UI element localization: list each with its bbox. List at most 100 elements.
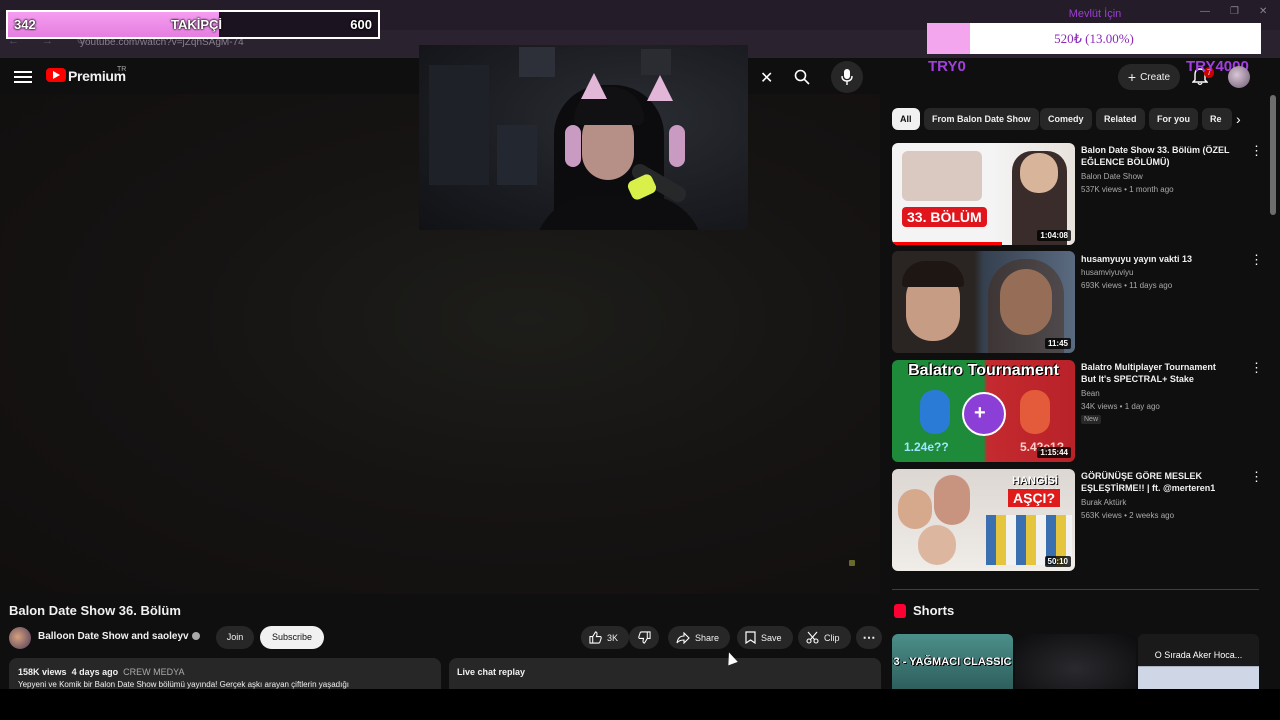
microphone-icon bbox=[841, 69, 853, 85]
description-text: Yepyeni ve Komik bir Balon Date Show böl… bbox=[18, 680, 349, 689]
video-thumbnail[interactable]: 33. BÖLÜM 1:04:08 bbox=[892, 143, 1075, 245]
share-button[interactable]: Share bbox=[668, 626, 730, 649]
thumbnail-subtext: AŞÇI? bbox=[1008, 489, 1060, 507]
webcam-overlay bbox=[419, 45, 748, 230]
follower-target: 600 bbox=[350, 17, 372, 32]
logo-region: TR bbox=[117, 66, 127, 73]
clip-button[interactable]: Clip bbox=[798, 626, 851, 649]
shorts-heading: Shorts bbox=[913, 603, 955, 618]
follower-label: TAKİPÇİ bbox=[171, 17, 223, 32]
verified-icon bbox=[191, 632, 200, 641]
account-avatar[interactable] bbox=[1228, 66, 1250, 88]
video-title[interactable]: GÖRÜNÜŞE GÖRE MESLEK EŞLEŞTİRME!! | ft. … bbox=[1081, 470, 1231, 494]
close-window-icon[interactable]: ✕ bbox=[1259, 6, 1267, 17]
share-icon bbox=[676, 631, 690, 644]
thumbnail-score-left: 1.24e?? bbox=[904, 440, 949, 454]
dislike-button[interactable] bbox=[629, 626, 659, 649]
video-channel[interactable]: Balon Date Show bbox=[1081, 172, 1143, 181]
donation-min-label: TRY0 bbox=[928, 58, 966, 75]
create-label: Create bbox=[1140, 71, 1171, 83]
menu-icon[interactable] bbox=[14, 68, 32, 86]
play-icon bbox=[53, 71, 60, 79]
more-options-icon[interactable]: ⋮ bbox=[1250, 143, 1263, 159]
live-chat-label: Live chat replay bbox=[457, 667, 526, 677]
share-label: Share bbox=[695, 632, 720, 643]
upload-age: 4 days ago bbox=[71, 667, 119, 677]
video-title: Balon Date Show 36. Bölüm bbox=[9, 603, 181, 618]
video-duration: 11:45 bbox=[1044, 338, 1071, 349]
create-button[interactable]: + Create bbox=[1118, 64, 1180, 90]
video-channel[interactable]: Burak Aktürk bbox=[1081, 498, 1126, 507]
chip-from-channel[interactable]: From Balon Date Show bbox=[924, 108, 1039, 130]
short-thumbnail[interactable]: 3 - YAĞMACI CLASSIC bbox=[892, 634, 1013, 692]
scissors-icon bbox=[806, 631, 819, 644]
thumbnail-text: 33. BÖLÜM bbox=[902, 207, 987, 227]
donation-amount: 520₺ (13.00%) bbox=[1054, 31, 1134, 46]
search-button[interactable] bbox=[786, 61, 818, 93]
video-meta: 693K views • 11 days ago bbox=[1081, 281, 1173, 290]
short-thumbnail[interactable] bbox=[1015, 634, 1136, 692]
maximize-icon[interactable]: ❐ bbox=[1230, 6, 1239, 17]
thumbs-down-icon bbox=[637, 631, 651, 644]
video-channel[interactable]: Bean bbox=[1081, 389, 1100, 398]
video-tag[interactable]: CREW MEDYA bbox=[123, 667, 184, 677]
video-meta: 537K views • 1 month ago bbox=[1081, 185, 1174, 194]
follower-goal-bar: 342 TAKİPÇİ 600 bbox=[6, 10, 380, 39]
short-text: 3 - YAĞMACI CLASSIC bbox=[893, 656, 1012, 668]
chip-for-you[interactable]: For you bbox=[1149, 108, 1198, 130]
short-thumbnail[interactable]: O Sırada Aker Hoca... bbox=[1138, 634, 1259, 692]
video-meta: 34K views • 1 day ago bbox=[1081, 402, 1160, 411]
section-divider bbox=[892, 589, 1259, 590]
more-options-icon[interactable]: ⋮ bbox=[1250, 252, 1263, 268]
chip-all[interactable]: All bbox=[892, 108, 920, 130]
new-badge: New bbox=[1081, 415, 1102, 424]
thumbs-up-icon bbox=[589, 631, 602, 644]
video-channel[interactable]: husamviyuviyu bbox=[1081, 268, 1133, 277]
chip-related[interactable]: Related bbox=[1096, 108, 1145, 130]
minimize-icon[interactable]: — bbox=[1200, 6, 1210, 17]
video-thumbnail[interactable]: Balatro Tournament + 1.24e?? 5.42e1? 1:1… bbox=[892, 360, 1075, 462]
chevron-right-icon[interactable]: › bbox=[1236, 111, 1241, 127]
follower-current: 342 bbox=[14, 17, 36, 32]
view-count: 158K views bbox=[18, 667, 67, 677]
like-button[interactable]: 3K bbox=[581, 626, 629, 649]
more-icon: ⋯ bbox=[862, 629, 876, 645]
join-button[interactable]: Join bbox=[216, 626, 254, 649]
donation-goal-bar: 520₺ (13.00%) bbox=[927, 23, 1261, 54]
voice-search-button[interactable] bbox=[831, 61, 863, 93]
shorts-icon bbox=[894, 604, 906, 618]
video-duration: 50:10 bbox=[1044, 556, 1071, 567]
bookmark-icon bbox=[745, 631, 756, 644]
video-duration: 1:15:44 bbox=[1037, 447, 1071, 458]
bottom-strip bbox=[0, 689, 1280, 720]
chip-truncated[interactable]: Re bbox=[1202, 108, 1232, 130]
thumbnail-text: Balatro Tournament bbox=[908, 362, 1059, 379]
like-count: 3K bbox=[607, 632, 619, 643]
video-duration: 1:04:08 bbox=[1037, 230, 1071, 241]
more-actions-button[interactable]: ⋯ bbox=[856, 626, 882, 649]
subscribe-button[interactable]: Subscribe bbox=[260, 626, 324, 649]
channel-name[interactable]: Balloon Date Show and saoleyv bbox=[38, 631, 200, 642]
video-meta: 563K views • 2 weeks ago bbox=[1081, 511, 1175, 520]
plus-icon: + bbox=[1127, 69, 1137, 85]
channel-avatar[interactable] bbox=[9, 627, 31, 649]
video-indicator bbox=[849, 560, 855, 566]
chip-comedy[interactable]: Comedy bbox=[1040, 108, 1092, 130]
video-title[interactable]: Balon Date Show 33. Bölüm (ÖZEL EĞLENCE … bbox=[1081, 144, 1231, 168]
sidebar-scrollbar[interactable] bbox=[1270, 95, 1276, 215]
channel-name-text[interactable]: Balloon Date Show and saoleyv bbox=[38, 631, 189, 642]
short-text: O Sırada Aker Hoca... bbox=[1154, 650, 1243, 660]
donation-title: Mevlüt İçin bbox=[1068, 8, 1122, 20]
clip-label: Clip bbox=[824, 632, 840, 643]
video-title[interactable]: husamyuyu yayın vakti 13 bbox=[1081, 253, 1231, 265]
video-meta: 158K views 4 days ago CREW MEDYA bbox=[18, 667, 184, 677]
save-button[interactable]: Save bbox=[737, 626, 793, 649]
video-title[interactable]: Balatro Multiplayer Tournament But It's … bbox=[1081, 361, 1231, 385]
clear-search-icon[interactable]: ✕ bbox=[760, 68, 773, 88]
search-icon bbox=[794, 69, 810, 85]
save-label: Save bbox=[761, 632, 782, 643]
more-options-icon[interactable]: ⋮ bbox=[1250, 469, 1263, 485]
video-thumbnail[interactable]: 11:45 bbox=[892, 251, 1075, 353]
more-options-icon[interactable]: ⋮ bbox=[1250, 360, 1263, 376]
video-thumbnail[interactable]: HANGİSİ GERÇEK AŞÇI? 50:10 bbox=[892, 469, 1075, 571]
